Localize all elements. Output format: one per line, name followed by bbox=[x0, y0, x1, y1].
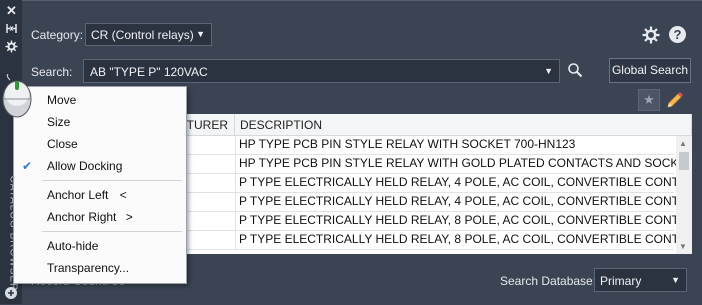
description-cell: P TYPE ELECTRICALLY HELD RELAY, 8 POLE, … bbox=[239, 232, 692, 246]
global-search-button[interactable]: Global Search bbox=[609, 58, 691, 83]
search-icon[interactable] bbox=[567, 62, 583, 78]
close-icon[interactable]: ✕ bbox=[5, 4, 18, 17]
column-header-description[interactable]: DESCRIPTION bbox=[235, 114, 692, 136]
anchor-right-label: Anchor Right bbox=[47, 210, 117, 224]
category-value: CR (Control relays) bbox=[91, 28, 194, 42]
autohide-icon[interactable] bbox=[5, 22, 18, 35]
description-cell: HP TYPE PCB PIN STYLE RELAY WITH SOCKET … bbox=[239, 137, 576, 151]
menu-item-transparency[interactable]: Transparency... bbox=[47, 261, 129, 275]
anchor-left-label: Anchor Left bbox=[47, 188, 109, 202]
description-cell: HP TYPE PCB PIN STYLE RELAY WITH GOLD PL… bbox=[239, 156, 692, 170]
category-dropdown[interactable]: CR (Control relays) ▼ bbox=[85, 23, 212, 46]
menu-item-size[interactable]: Size bbox=[47, 115, 70, 129]
search-database-dropdown[interactable]: Primary ▼ bbox=[594, 268, 687, 292]
vertical-scrollbar[interactable]: ▲ ▼ bbox=[676, 136, 692, 254]
chevron-down-icon: ▼ bbox=[196, 29, 205, 39]
menu-item-allow-docking[interactable]: Allow Docking bbox=[47, 159, 122, 173]
search-input[interactable]: AB "TYPE P" 120VAC ▼ bbox=[83, 59, 560, 83]
search-label: Search: bbox=[31, 65, 73, 79]
menu-item-move[interactable]: Move bbox=[47, 93, 76, 107]
menu-item-anchor-right[interactable]: Anchor Right > bbox=[47, 210, 133, 224]
favorites-star-icon[interactable]: ★ bbox=[638, 89, 660, 111]
scroll-up-icon[interactable]: ▲ bbox=[679, 139, 687, 148]
description-cell: P TYPE ELECTRICALLY HELD RELAY, 4 POLE, … bbox=[239, 194, 692, 208]
edit-pencil-icon[interactable] bbox=[664, 89, 688, 111]
palette-context-menu: Move Size Close ✔ Allow Docking Anchor L… bbox=[13, 86, 187, 284]
menu-separator bbox=[42, 231, 182, 232]
anchor-left-arrow: < bbox=[119, 188, 127, 202]
properties-icon[interactable] bbox=[5, 40, 18, 53]
help-icon[interactable]: ? bbox=[669, 26, 686, 43]
menu-separator bbox=[42, 180, 182, 181]
scroll-down-icon[interactable]: ▼ bbox=[679, 242, 687, 251]
link-icon[interactable] bbox=[3, 285, 17, 299]
search-value: AB "TYPE P" 120VAC bbox=[90, 65, 208, 79]
menu-item-auto-hide[interactable]: Auto-hide bbox=[47, 239, 98, 253]
search-database-label: Search Database: bbox=[500, 274, 597, 288]
description-cell: P TYPE ELECTRICALLY HELD RELAY, 8 POLE, … bbox=[239, 213, 692, 227]
menu-item-close[interactable]: Close bbox=[47, 137, 78, 151]
anchor-right-arrow: > bbox=[125, 210, 133, 224]
scroll-thumb[interactable] bbox=[679, 152, 689, 170]
chevron-down-icon: ▼ bbox=[544, 66, 553, 76]
settings-icon[interactable] bbox=[642, 26, 660, 44]
search-database-value: Primary bbox=[600, 274, 642, 288]
chevron-down-icon: ▼ bbox=[671, 275, 680, 285]
menu-item-anchor-left[interactable]: Anchor Left < bbox=[47, 188, 127, 202]
description-cell: P TYPE ELECTRICALLY HELD RELAY, 4 POLE, … bbox=[239, 175, 692, 189]
category-label: Category: bbox=[31, 28, 84, 42]
checkmark-icon: ✔ bbox=[22, 159, 33, 173]
mouse-icon bbox=[0, 73, 34, 120]
